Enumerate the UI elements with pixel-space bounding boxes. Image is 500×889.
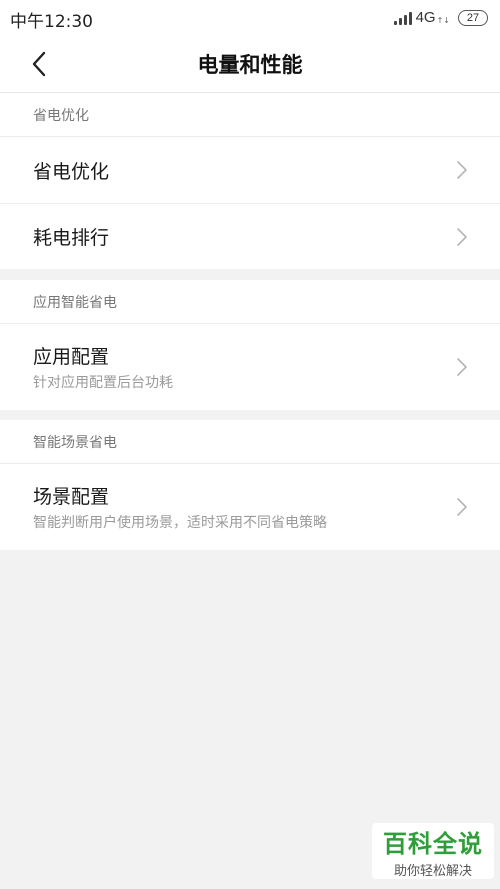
section-header: 智能场景省电 [0, 420, 500, 464]
watermark-title: 百科全说 [383, 829, 483, 858]
chevron-right-icon [457, 358, 467, 376]
status-time: 中午12:30 [10, 12, 93, 32]
section-smart-scene-power-saving: 智能场景省电 场景配置 智能判断用户使用场景，适时采用不同省电策略 [0, 420, 500, 550]
watermark-logo: 百科全说 助你轻松解决 [372, 823, 494, 879]
list-item-power-saving-optimization[interactable]: 省电优化 [0, 137, 500, 203]
list-item-subtitle: 针对应用配置后台功耗 [33, 375, 173, 391]
chevron-right-icon [457, 161, 467, 179]
list-item-app-configuration[interactable]: 应用配置 针对应用配置后台功耗 [0, 324, 500, 410]
list-item-title: 应用配置 [33, 346, 110, 368]
list-item-title: 耗电排行 [33, 227, 110, 249]
data-activity-icon: ↑↓ [436, 16, 450, 25]
section-header: 省电优化 [0, 93, 500, 137]
title-bar: 电量和性能 [0, 36, 500, 93]
list-item-subtitle: 智能判断用户使用场景，适时采用不同省电策略 [33, 515, 327, 531]
list-item-power-consumption-ranking[interactable]: 耗电排行 [0, 203, 500, 269]
page-title: 电量和性能 [197, 53, 303, 77]
section-header: 应用智能省电 [0, 280, 500, 324]
signal-strength-icon [393, 11, 412, 25]
list-item-title: 省电优化 [33, 160, 110, 183]
status-indicators: 4G ↑↓ 27 [393, 9, 488, 26]
list-item-title: 场景配置 [33, 486, 110, 508]
battery-icon: 27 [458, 9, 488, 26]
network-type-label: 4G [415, 9, 436, 26]
chevron-right-icon [457, 498, 467, 516]
section-power-saving-optimization: 省电优化 省电优化 耗电排行 [0, 93, 500, 269]
section-app-smart-power-saving: 应用智能省电 应用配置 针对应用配置后台功耗 [0, 280, 500, 410]
list-item-scene-configuration[interactable]: 场景配置 智能判断用户使用场景，适时采用不同省电策略 [0, 464, 500, 550]
chevron-right-icon [457, 227, 467, 246]
battery-level: 27 [466, 11, 480, 24]
status-bar: 中午12:30 4G ↑↓ 27 [0, 0, 500, 36]
watermark-subtitle: 助你轻松解决 [393, 863, 472, 879]
